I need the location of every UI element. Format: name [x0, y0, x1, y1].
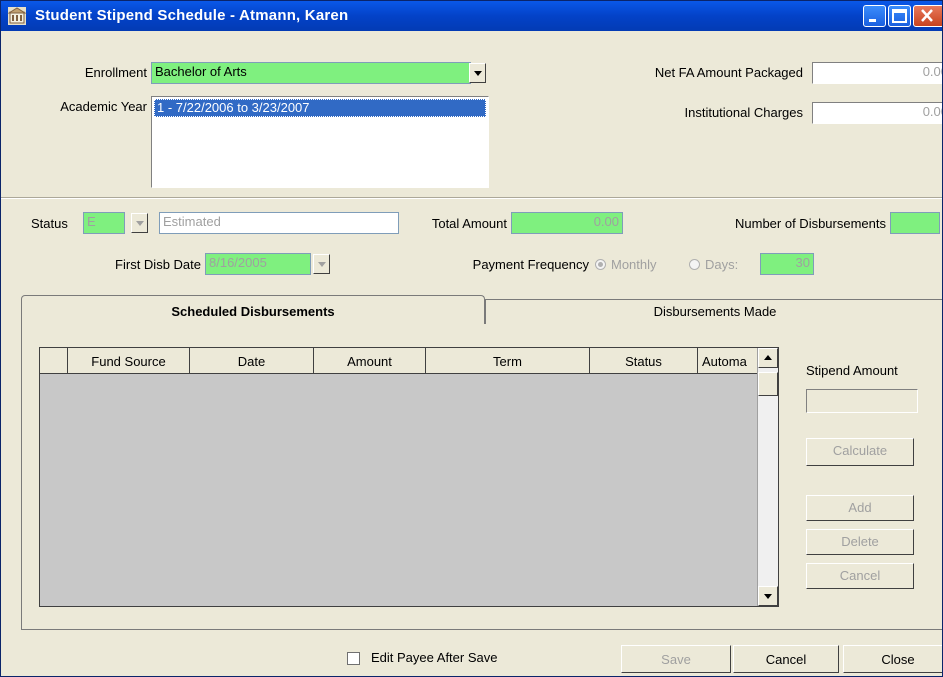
- days-radio: [689, 259, 700, 270]
- disbursements-grid[interactable]: Fund Source Date Amount Term Status Auto…: [39, 347, 779, 607]
- edit-payee-checkbox[interactable]: [347, 652, 360, 665]
- first-disb-date-field: 8/16/2005: [205, 253, 311, 275]
- building-icon: [7, 7, 27, 25]
- payment-frequency-label: Payment Frequency: [472, 257, 589, 272]
- academic-year-item[interactable]: 1 - 7/22/2006 to 3/23/2007: [154, 99, 486, 117]
- grid-vertical-scrollbar[interactable]: [757, 348, 778, 606]
- close-icon: [921, 9, 933, 22]
- save-button: Save: [621, 645, 731, 673]
- total-amount-label: Total Amount: [431, 216, 507, 231]
- days-field: 30: [760, 253, 814, 275]
- enrollment-select[interactable]: Bachelor of Arts: [151, 62, 471, 84]
- tab-scheduled-disbursements[interactable]: Scheduled Disbursements: [21, 295, 485, 324]
- num-disbursements-field[interactable]: [890, 212, 940, 234]
- cancel-button[interactable]: Cancel: [733, 645, 839, 673]
- net-fa-field: 0.00: [812, 62, 942, 84]
- calculate-button: Calculate: [806, 438, 914, 466]
- stipend-amount-field: [806, 389, 918, 413]
- stipend-cancel-button: Cancel: [806, 563, 914, 589]
- edit-payee-label: Edit Payee After Save: [371, 650, 498, 665]
- monthly-radio: [595, 259, 606, 270]
- scroll-down-icon[interactable]: [758, 586, 778, 606]
- academic-year-label: Academic Year: [60, 99, 147, 114]
- grid-header: Fund Source Date Amount Term Status Auto…: [40, 348, 758, 374]
- net-fa-label: Net FA Amount Packaged: [654, 65, 803, 80]
- delete-button: Delete: [806, 529, 914, 555]
- total-amount-field: 0.00: [511, 212, 623, 234]
- window-title: Student Stipend Schedule - Atmann, Karen: [35, 7, 349, 24]
- minimize-icon: [869, 19, 876, 22]
- grid-col-date[interactable]: Date: [190, 348, 314, 374]
- scroll-thumb[interactable]: [758, 372, 778, 396]
- grid-col-selector: [40, 348, 68, 374]
- tab-disbursements-made[interactable]: Disbursements Made: [485, 299, 942, 324]
- maximize-button[interactable]: [888, 5, 911, 27]
- grid-col-amount[interactable]: Amount: [314, 348, 426, 374]
- enrollment-label: Enrollment: [84, 65, 147, 80]
- close-window-button[interactable]: [913, 5, 942, 27]
- num-disbursements-label: Number of Disbursements: [735, 216, 886, 231]
- maximize-icon: [892, 9, 907, 23]
- first-disb-date-label: First Disb Date: [115, 257, 201, 272]
- minimize-button[interactable]: [863, 5, 886, 27]
- add-button: Add: [806, 495, 914, 521]
- title-bar[interactable]: Student Stipend Schedule - Atmann, Karen: [1, 1, 942, 31]
- monthly-radio-label: Monthly: [611, 257, 657, 272]
- section-divider: [1, 197, 942, 199]
- grid-col-term[interactable]: Term: [426, 348, 590, 374]
- close-button[interactable]: Close: [843, 645, 942, 673]
- status-dropdown-button: [131, 213, 148, 233]
- scroll-up-icon[interactable]: [758, 348, 778, 368]
- stipend-amount-label: Stipend Amount: [806, 363, 898, 378]
- institutional-charges-field: 0.00: [812, 102, 942, 124]
- grid-col-fund-source[interactable]: Fund Source: [68, 348, 190, 374]
- days-radio-label: Days:: [705, 257, 739, 272]
- status-code-field: E: [83, 212, 125, 234]
- stipend-schedule-window: Student Stipend Schedule - Atmann, Karen…: [0, 0, 943, 677]
- grid-col-status[interactable]: Status: [590, 348, 698, 374]
- grid-col-automatic[interactable]: Automa: [698, 348, 758, 374]
- first-disb-date-picker-button: [313, 254, 330, 274]
- academic-year-list[interactable]: 1 - 7/22/2006 to 3/23/2007: [151, 96, 489, 188]
- status-label: Status: [31, 216, 68, 231]
- institutional-charges-label: Institutional Charges: [684, 105, 803, 120]
- enrollment-dropdown-button[interactable]: [469, 63, 486, 83]
- status-description-field: Estimated: [159, 212, 399, 234]
